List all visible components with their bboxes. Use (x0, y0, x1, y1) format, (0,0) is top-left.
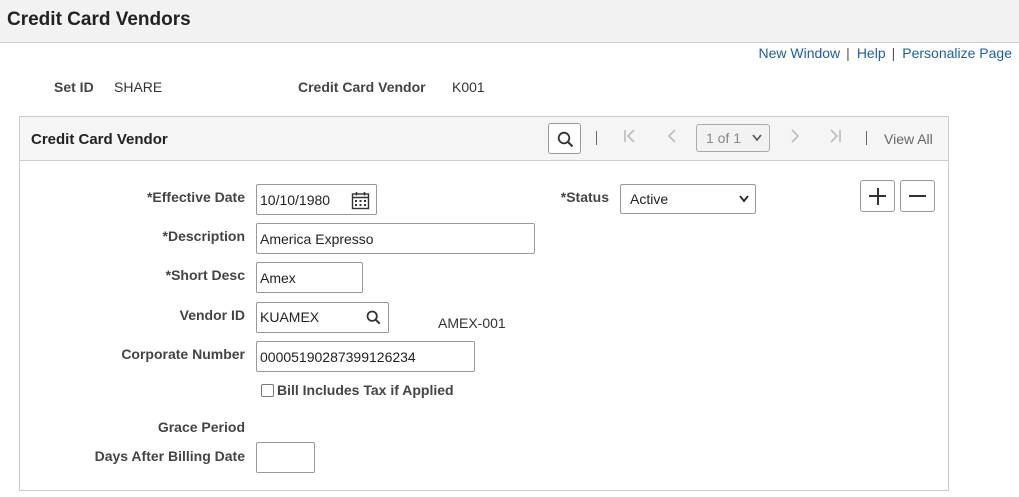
find-button[interactable] (548, 123, 581, 154)
panel-title: Credit Card Vendor (31, 131, 168, 148)
corporate-number-field[interactable]: 00005190287399126234 (256, 341, 475, 372)
view-all-link[interactable]: View All (884, 131, 933, 147)
bill-includes-tax-checkbox[interactable] (261, 384, 274, 397)
credit-card-vendor-label: Credit Card Vendor (298, 79, 426, 95)
vendor-id-value: KUAMEX (260, 309, 320, 325)
vendor-id-label: Vendor ID (179, 307, 245, 323)
page-range-select[interactable]: 1 of 1 (696, 124, 770, 152)
description-field[interactable]: America Expresso (256, 223, 535, 254)
last-page-icon[interactable] (828, 129, 842, 147)
new-window-link[interactable]: New Window (758, 45, 840, 61)
previous-page-icon[interactable] (665, 129, 679, 147)
status-label: *Status (560, 189, 609, 205)
pager-separator (866, 131, 867, 145)
status-value: Active (630, 191, 669, 207)
effective-date-field[interactable]: 10/10/1980 (256, 184, 377, 215)
calendar-icon[interactable] (351, 191, 370, 213)
setid-value: SHARE (114, 79, 163, 95)
short-desc-value: Amex (260, 270, 296, 286)
delete-row-button[interactable] (900, 180, 935, 212)
search-icon (557, 131, 574, 148)
vendor-id-field[interactable]: KUAMEX (256, 302, 389, 333)
grace-period-label: Grace Period (157, 419, 245, 435)
days-after-billing-label: Days After Billing Date (94, 448, 245, 464)
page-title: Credit Card Vendors (7, 9, 191, 30)
first-page-icon[interactable] (623, 129, 637, 147)
days-after-billing-field[interactable] (256, 442, 315, 473)
chevron-down-icon (752, 130, 762, 145)
link-separator: | (891, 45, 896, 61)
panel-header: Credit Card Vendor 1 of 1 View All (20, 117, 948, 161)
page-range-value: 1 of 1 (706, 130, 742, 146)
short-desc-field[interactable]: Amex (256, 262, 363, 293)
status-select[interactable]: Active (620, 184, 756, 214)
vendor-id-description: AMEX-001 (438, 315, 506, 331)
effective-date-label: *Effective Date (146, 189, 245, 205)
short-desc-label: *Short Desc (165, 267, 245, 283)
pager-separator (596, 131, 597, 145)
corporate-number-label: Corporate Number (121, 346, 245, 362)
credit-card-vendor-value: K001 (452, 79, 485, 95)
bill-includes-tax-label[interactable]: Bill Includes Tax if Applied (277, 382, 454, 398)
add-row-button[interactable] (860, 180, 895, 212)
chevron-down-icon (739, 192, 749, 206)
next-page-icon[interactable] (788, 129, 802, 147)
personalize-page-link[interactable]: Personalize Page (902, 45, 1012, 61)
search-icon[interactable] (366, 310, 381, 328)
description-value: America Expresso (260, 231, 374, 247)
effective-date-value: 10/10/1980 (260, 192, 331, 208)
setid-label: Set ID (54, 79, 94, 95)
description-label: *Description (162, 228, 245, 244)
link-separator: | (846, 45, 850, 61)
title-bar: Credit Card Vendors (0, 0, 1019, 43)
help-link[interactable]: Help (857, 45, 886, 61)
top-links: New Window | Help | Personalize Page (758, 45, 1012, 61)
corporate-number-value: 00005190287399126234 (260, 349, 416, 365)
